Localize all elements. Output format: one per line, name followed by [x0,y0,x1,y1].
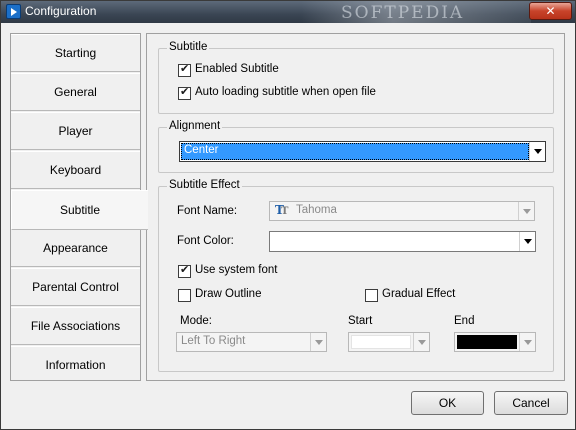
alignment-selection-highlight [181,143,529,160]
auto-loading-checkbox[interactable] [178,85,191,100]
draw-outline-label[interactable]: Draw Outline [195,288,261,300]
close-button[interactable]: ✕ [529,2,572,20]
nav-item-subtitle[interactable]: Subtitle [11,190,148,230]
nav-item-player[interactable]: Player [11,112,140,150]
enabled-subtitle-label[interactable]: Enabled Subtitle [195,63,279,75]
end-label: End [454,315,475,327]
close-icon: ✕ [545,4,556,18]
draw-outline-checkbox[interactable] [178,289,191,302]
nav-item-appearance[interactable]: Appearance [11,229,140,267]
app-icon [6,4,21,19]
mode-select[interactable]: Left To Right [176,332,327,352]
subtitle-group-title: Subtitle [167,41,210,53]
mode-label: Mode: [180,315,212,327]
font-color-label: Font Color: [177,235,234,247]
gradual-effect-label[interactable]: Gradual Effect [382,288,455,300]
chevron-down-icon[interactable] [413,333,429,351]
auto-loading-label[interactable]: Auto loading subtitle when open file [195,86,376,98]
nav-item-label: General [54,85,97,99]
category-list: Starting General Player Keyboard Subtitl… [10,33,148,384]
nav-item-parental-control[interactable]: Parental Control [11,268,140,306]
nav-item-starting[interactable]: Starting [11,34,140,72]
window-title: Configuration [25,4,97,18]
chevron-down-icon[interactable] [519,232,535,251]
subtitle-effect-group-title: Subtitle Effect [167,179,242,191]
title-bar[interactable]: SOFTPEDIA Configuration ✕ [1,1,575,23]
font-color-swatch [271,233,518,250]
configuration-window: SOFTPEDIA Configuration ✕ Starting Gener… [0,0,576,430]
dialog-content: Starting General Player Keyboard Subtitl… [1,23,575,429]
nav-item-label: Keyboard [49,163,102,177]
subtitle-effect-group: Subtitle Effect Font Name: TT Tahoma Fon… [158,179,554,372]
end-color-swatch [457,335,517,349]
alignment-group: Alignment Center [158,120,554,173]
end-color-picker[interactable] [454,332,536,352]
nav-item-label: Appearance [43,241,108,255]
subtitle-group: Subtitle Enabled Subtitle Auto loading s… [158,41,554,114]
alignment-select[interactable]: Center [179,141,546,162]
nav-item-keyboard[interactable]: Keyboard [11,151,140,189]
chevron-down-icon[interactable] [310,333,326,351]
start-color-swatch [351,335,411,349]
chevron-down-icon[interactable] [518,202,534,220]
start-label: Start [348,315,373,327]
ok-button[interactable]: OK [411,391,484,415]
gradual-effect-checkbox[interactable] [365,289,378,302]
nav-item-label: Player [58,124,93,138]
nav-item-label: Information [45,358,106,372]
nav-item-label: Starting [54,46,97,60]
nav-item-label: Parental Control [32,280,119,294]
truetype-font-icon: TT [275,203,289,217]
font-name-select[interactable]: TT Tahoma [269,201,535,221]
nav-item-file-associations[interactable]: File Associations [11,307,140,345]
alignment-value: Center [184,144,219,156]
start-color-picker[interactable] [348,332,430,352]
nav-item-label: Subtitle [59,203,101,217]
enabled-subtitle-checkbox[interactable] [178,62,191,77]
font-name-label: Font Name: [177,205,238,217]
nav-item-general[interactable]: General [11,73,140,111]
mode-value: Left To Right [181,335,246,347]
chevron-down-icon[interactable] [529,142,545,161]
subtitle-settings-panel: Subtitle Enabled Subtitle Auto loading s… [146,33,565,381]
alignment-group-title: Alignment [167,120,223,132]
font-color-picker[interactable] [269,231,536,252]
cancel-button[interactable]: Cancel [494,391,568,415]
font-name-value: Tahoma [296,204,337,216]
nav-item-information[interactable]: Information [11,346,140,384]
chevron-down-icon[interactable] [519,333,535,351]
watermark-text: SOFTPEDIA [341,3,465,23]
nav-item-label: File Associations [30,319,121,333]
use-system-font-label[interactable]: Use system font [195,264,277,276]
use-system-font-checkbox[interactable] [178,263,191,278]
